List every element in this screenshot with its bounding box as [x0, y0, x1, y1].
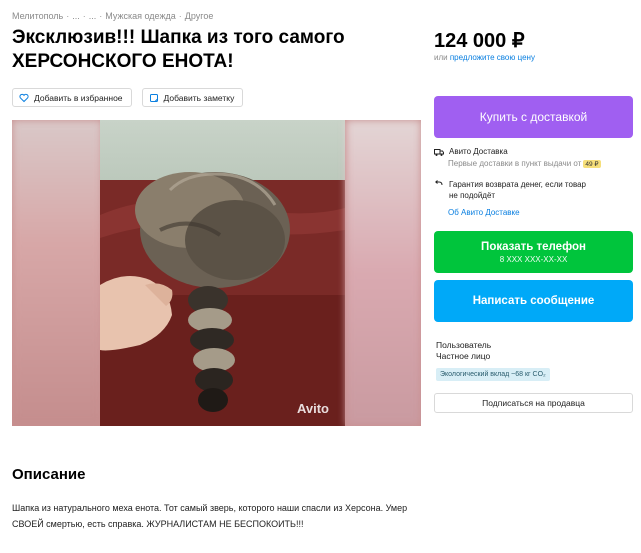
breadcrumb-item-category[interactable]: Мужская одежда	[105, 11, 175, 21]
price-note-prefix: или	[434, 53, 448, 62]
masked-phone-number: 8 XXX XXX-XX-XX	[499, 254, 568, 264]
listing-photo[interactable]: Avito	[12, 120, 421, 426]
breadcrumb-item-subcategory[interactable]: Другое	[185, 11, 214, 21]
add-note-label: Добавить заметку	[163, 92, 235, 103]
breadcrumb-item-city[interactable]: Мелитополь	[12, 11, 63, 21]
breadcrumb-separator: ·	[66, 11, 70, 21]
photo-main	[100, 120, 345, 426]
guarantee-text: Гарантия возврата денег, если товар не по…	[449, 179, 586, 201]
avito-watermark: Avito	[296, 401, 329, 416]
return-arrow-icon	[435, 180, 443, 186]
listing-actions: Добавить в избранное Добавить заметку	[12, 88, 244, 107]
add-note-button[interactable]: Добавить заметку	[141, 88, 244, 107]
breadcrumb-separator: ·	[99, 11, 103, 21]
add-to-favorites-button[interactable]: Добавить в избранное	[12, 88, 132, 107]
show-phone-label: Показать телефон	[481, 240, 586, 253]
raccoon-hat-image	[100, 172, 345, 426]
photo-blur-left	[12, 120, 102, 426]
breadcrumb: Мелитополь ·... ·... · Мужская одежда · Другое	[12, 11, 213, 21]
seller-name[interactable]: Пользователь	[436, 340, 491, 351]
description-title: Описание	[12, 466, 86, 483]
eco-contribution-badge[interactable]: Экологический вклад ~68 кг CO₂	[436, 368, 550, 381]
heart-icon	[19, 93, 29, 102]
guarantee-line-1: Гарантия возврата денег, если товар	[449, 180, 587, 189]
delivery-title: Авито Доставка	[449, 147, 508, 156]
seller-info: Пользователь Частное лицо	[436, 340, 491, 362]
price-note: или предложите свою цену	[434, 53, 535, 62]
about-delivery-link[interactable]: Об Авито Доставке	[448, 208, 633, 217]
breadcrumb-separator: ·	[82, 11, 86, 21]
seller-type: Частное лицо	[436, 351, 491, 361]
delivery-subtitle: Первые доставки в пункт выдачи от	[448, 159, 582, 168]
photo-blur-right	[346, 120, 421, 426]
price: 124 000 ₽	[434, 30, 525, 52]
write-message-button[interactable]: Написать сообщение	[434, 280, 633, 322]
breadcrumb-item-2[interactable]: ...	[72, 11, 80, 21]
delivery-subtitle-row: Первые доставки в пункт выдачи от 49 ₽	[448, 159, 633, 168]
description-text: Шапка из натурального меха енота. Тот са…	[12, 503, 408, 529]
buy-with-delivery-button[interactable]: Купить с доставкой	[434, 96, 633, 138]
add-to-favorites-label: Добавить в избранное	[34, 92, 123, 103]
subscribe-to-seller-button[interactable]: Подписаться на продавца	[434, 393, 633, 413]
delivery-price-badge: 49 ₽	[583, 160, 601, 168]
listing-title: Эксклюзив!!! Шапка из того самого ХЕРСОН…	[12, 27, 345, 72]
guarantee-row: Гарантия возврата денег, если товар не по…	[434, 179, 633, 201]
truck-icon	[434, 149, 444, 156]
guarantee-line-2: не подойдёт	[449, 191, 496, 200]
offer-price-link[interactable]: предложите свою цену	[450, 53, 535, 62]
delivery-row: Авито Доставка	[434, 147, 633, 157]
note-icon	[149, 93, 158, 102]
breadcrumb-item-3[interactable]: ...	[89, 11, 97, 21]
delivery-info: Авито Доставка Первые доставки в пункт в…	[434, 147, 633, 217]
breadcrumb-separator: ·	[178, 11, 182, 21]
show-phone-button[interactable]: Показать телефон 8 XXX XXX-XX-XX	[434, 231, 633, 273]
